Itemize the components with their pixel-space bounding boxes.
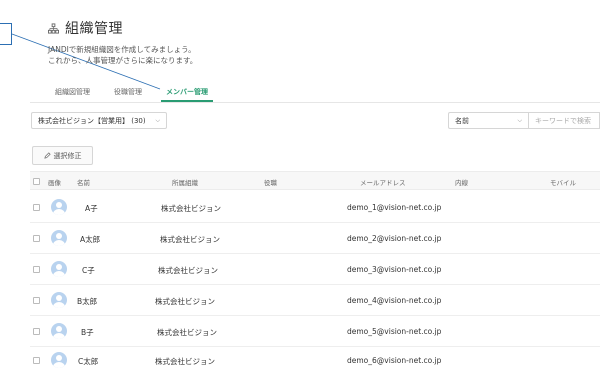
select-all-checkbox[interactable] xyxy=(33,178,40,185)
avatar xyxy=(51,261,67,277)
chevron-down-icon: ⌵ xyxy=(155,116,160,124)
table-row[interactable]: A子 株式会社ビジョン demo_1@vision-net.co.jp xyxy=(30,192,600,223)
page-title: 組織管理 xyxy=(65,21,123,37)
avatar xyxy=(51,292,67,308)
member-name: A子 xyxy=(85,204,98,213)
row-checkbox[interactable] xyxy=(33,235,40,242)
row-checkbox[interactable] xyxy=(33,328,40,335)
search-field-select[interactable]: 名前 ⌵ xyxy=(448,112,528,129)
member-email: demo_1@vision-net.co.jp xyxy=(347,203,442,212)
row-checkbox[interactable] xyxy=(33,297,40,304)
member-email: demo_4@vision-net.co.jp xyxy=(347,296,442,305)
tab-bar: 組織図管理 役職管理 メンバー管理 xyxy=(50,84,227,102)
member-email: demo_6@vision-net.co.jp xyxy=(347,356,442,365)
tab-members[interactable]: メンバー管理 xyxy=(161,84,213,102)
table-row[interactable]: C子 株式会社ビジョン demo_3@vision-net.co.jp xyxy=(30,254,600,285)
row-checkbox[interactable] xyxy=(33,357,40,364)
member-org: 株式会社ビジョン xyxy=(161,204,221,213)
table-row[interactable]: A太郎 株式会社ビジョン demo_2@vision-net.co.jp xyxy=(30,223,600,254)
member-name: A太郎 xyxy=(80,235,101,244)
column-header-email[interactable]: メールアドレス xyxy=(360,177,406,187)
avatar xyxy=(51,199,67,215)
member-name: B太郎 xyxy=(77,297,98,306)
page-description: JANDIで新規組織図を作成してみましょう。 これから、人事管理がさらに楽になり… xyxy=(48,44,197,66)
column-header-name[interactable]: 名前 xyxy=(77,177,90,187)
organization-select[interactable]: 株式会社ビジョン【営業用】 (30) ⌵ xyxy=(31,112,167,129)
tab-divider xyxy=(30,102,600,103)
title-row: 組織管理 xyxy=(48,18,197,38)
tab-positions[interactable]: 役職管理 xyxy=(109,84,147,102)
member-name: C太郎 xyxy=(78,357,99,366)
member-email: demo_3@vision-net.co.jp xyxy=(347,265,442,274)
page-header: 組織管理 JANDIで新規組織図を作成してみましょう。 これから、人事管理がさら… xyxy=(48,18,197,66)
column-header-mobile[interactable]: モバイル xyxy=(550,177,576,187)
bulk-edit-label: 選択修正 xyxy=(53,151,82,160)
annotation-callout-box xyxy=(0,23,12,45)
org-chart-icon xyxy=(48,22,59,34)
member-org: 株式会社ビジョン xyxy=(155,357,215,366)
column-header-org[interactable]: 所属組織 xyxy=(172,177,198,187)
member-org: 株式会社ビジョン xyxy=(158,266,218,275)
row-checkbox[interactable] xyxy=(33,204,40,211)
search-field-select-value: 名前 xyxy=(455,116,469,125)
member-org: 株式会社ビジョン xyxy=(160,235,220,244)
column-header-extension[interactable]: 内線 xyxy=(455,177,468,187)
avatar xyxy=(51,323,67,339)
column-header-position[interactable]: 役職 xyxy=(264,177,277,187)
chevron-down-icon: ⌵ xyxy=(517,116,522,124)
table-row[interactable]: B太郎 株式会社ビジョン demo_4@vision-net.co.jp xyxy=(30,285,600,316)
member-name: B子 xyxy=(81,328,94,337)
table-header: 画像 名前 所属組織 役職 メールアドレス 内線 モバイル xyxy=(30,171,600,190)
table-row[interactable]: B子 株式会社ビジョン demo_5@vision-net.co.jp xyxy=(30,316,600,347)
organization-select-value: 株式会社ビジョン【営業用】 (30) xyxy=(38,116,146,125)
column-header-photo: 画像 xyxy=(48,179,61,187)
avatar xyxy=(51,352,67,368)
member-name: C子 xyxy=(82,266,95,275)
table-row[interactable]: C太郎 株式会社ビジョン demo_6@vision-net.co.jp xyxy=(30,345,600,375)
bulk-edit-button[interactable]: 選択修正 xyxy=(32,146,93,165)
pencil-icon xyxy=(43,152,51,159)
keyword-search-input[interactable] xyxy=(528,112,600,129)
description-line-1: JANDIで新規組織図を作成してみましょう。 xyxy=(48,45,196,54)
member-org: 株式会社ビジョン xyxy=(157,328,217,337)
member-email: demo_2@vision-net.co.jp xyxy=(347,234,442,243)
avatar xyxy=(51,230,67,246)
member-email: demo_5@vision-net.co.jp xyxy=(347,327,442,336)
member-org: 株式会社ビジョン xyxy=(155,297,215,306)
tab-org-chart[interactable]: 組織図管理 xyxy=(50,84,95,102)
description-line-2: これから、人事管理がさらに楽になります。 xyxy=(48,56,198,65)
row-checkbox[interactable] xyxy=(33,266,40,273)
